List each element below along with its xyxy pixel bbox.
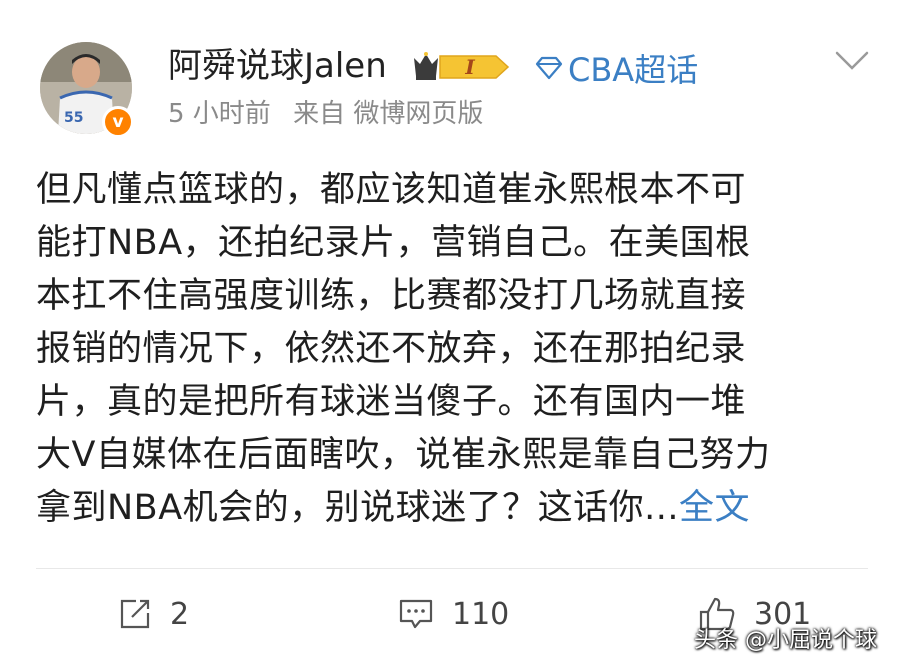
- crown-level-badge[interactable]: I: [410, 50, 514, 84]
- post-line: 能打NBA，还拍纪录片，营销自己。在美国根: [36, 223, 751, 263]
- avatar-jersey-number: 55: [64, 110, 83, 126]
- level-badge-text: I: [464, 55, 475, 79]
- comment-button[interactable]: 110: [398, 594, 509, 634]
- topic-link[interactable]: CBA超话: [534, 46, 698, 90]
- post-line-last: 拿到NBA机会的，别说球迷了？这话你...全文: [36, 482, 876, 535]
- comment-count: 110: [452, 596, 510, 632]
- watermark: 头条 @小屈说个球: [694, 628, 877, 653]
- comment-icon: [399, 599, 433, 629]
- full-text-link[interactable]: 全文: [679, 488, 750, 528]
- post-line: 拿到NBA机会的，别说球迷了？这话你...: [36, 488, 680, 528]
- divider: [36, 568, 868, 569]
- post-line: 但凡懂点篮球的，都应该知道崔永熙根本不可: [36, 170, 747, 210]
- verified-badge-icon: v: [102, 106, 134, 138]
- post-line: 片，真的是把所有球迷当傻子。还有国内一堆: [36, 382, 747, 422]
- post-meta: 5 小时前 来自 微博网页版: [168, 98, 497, 130]
- author-name[interactable]: 阿舜说球Jalen: [168, 42, 387, 90]
- post-line: 报销的情况下，依然还不放弃，还在那拍纪录: [36, 329, 747, 369]
- diamond-icon: [535, 56, 563, 80]
- post-body: 但凡懂点篮球的，都应该知道崔永熙根本不可 能打NBA，还拍纪录片，营销自己。在美…: [36, 164, 876, 535]
- post-line: 本扛不住高强度训练，比赛都没打几场就直接: [36, 276, 747, 316]
- repost-button[interactable]: 2: [118, 594, 189, 634]
- topic-label[interactable]: CBA超话: [568, 45, 698, 91]
- post-line: 大V自媒体在后面瞎吹，说崔永熙是靠自己努力: [36, 435, 771, 475]
- post-source: 来自 微博网页版: [293, 99, 484, 129]
- repost-icon: [120, 599, 150, 629]
- chevron-down-icon[interactable]: [834, 48, 870, 74]
- post-time: 5 小时前: [168, 99, 271, 129]
- repost-count: 2: [170, 596, 190, 632]
